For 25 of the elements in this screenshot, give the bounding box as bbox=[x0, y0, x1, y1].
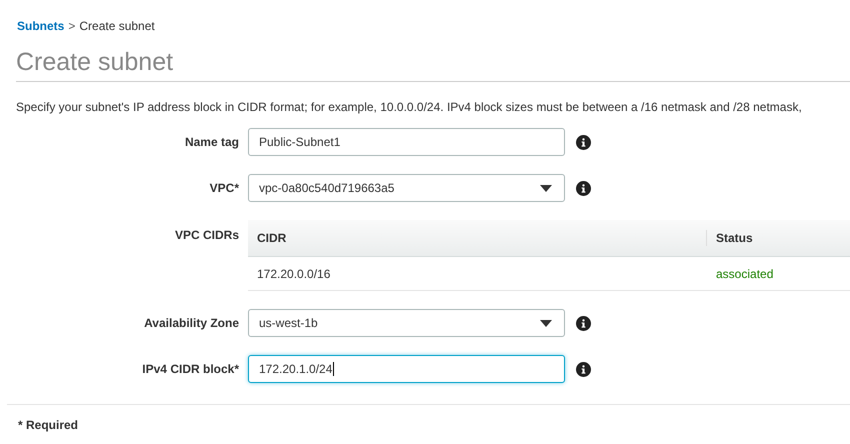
breadcrumb-separator: > bbox=[68, 19, 76, 33]
breadcrumb-link[interactable]: Subnets bbox=[17, 19, 64, 33]
text-field[interactable]: Public-Subnet1 bbox=[248, 128, 565, 156]
field-label: IPv4 CIDR block* bbox=[141, 362, 240, 376]
column-header: Status bbox=[715, 231, 753, 245]
column-header: CIDR bbox=[248, 230, 707, 246]
caret-icon bbox=[540, 184, 552, 192]
field-label: Name tag bbox=[184, 135, 240, 149]
info-icon[interactable] bbox=[576, 180, 591, 196]
table-cell-text: 172.20.0.0/16 bbox=[256, 266, 332, 280]
text-field[interactable]: 172.20.1.0/24 bbox=[248, 355, 565, 383]
info-icon[interactable] bbox=[576, 362, 591, 376]
info-icon[interactable] bbox=[576, 316, 591, 330]
field-label: Availability Zone bbox=[143, 316, 240, 330]
description-text: Specify your subnet's IP address block in CIDR format; for example, 10.0.0.0/24. IPv4 block sizes must be between a /16 netmask and /28 netmask, bbox=[16, 100, 803, 114]
dropdown[interactable]: us-west-1b bbox=[248, 309, 565, 337]
required-note: * Required bbox=[18, 418, 78, 432]
caret-icon bbox=[540, 320, 552, 326]
breadcrumb-current: Create subnet bbox=[79, 19, 155, 33]
field-label: VPC* bbox=[208, 181, 240, 195]
status-text: associated bbox=[715, 266, 774, 280]
page-title: Create subnet bbox=[16, 47, 174, 77]
field-label: VPC CIDRs bbox=[174, 227, 240, 242]
info-icon[interactable] bbox=[576, 134, 591, 150]
dropdown[interactable]: vpc-0a80c540d719663a5 bbox=[248, 174, 565, 202]
